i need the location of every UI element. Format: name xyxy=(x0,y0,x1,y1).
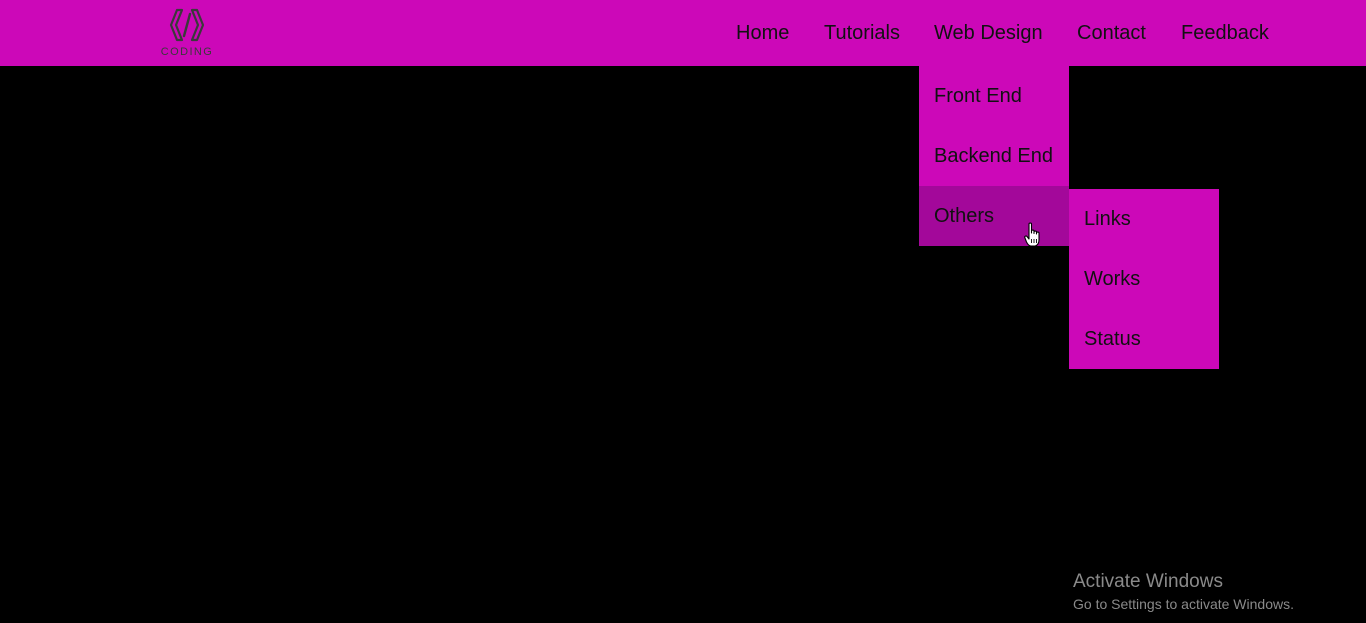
submenu-item-links[interactable]: Links xyxy=(1069,189,1219,249)
dropdown-item-others[interactable]: Others xyxy=(919,186,1069,246)
submenu-item-label: Links xyxy=(1084,208,1131,230)
web-design-dropdown: Front End Backend End Others xyxy=(919,66,1069,246)
dropdown-item-label: Others xyxy=(934,205,995,227)
logo-text: CODING xyxy=(160,46,214,58)
submenu-item-status[interactable]: Status xyxy=(1069,309,1219,369)
dropdown-item-front-end[interactable]: Front End xyxy=(919,66,1069,126)
submenu-item-works[interactable]: Works xyxy=(1069,249,1219,309)
dropdown-item-label: Backend End xyxy=(934,145,1053,167)
watermark-title: Activate Windows xyxy=(1073,571,1223,592)
nav-feedback[interactable]: Feedback xyxy=(1181,22,1269,44)
nav-tutorials[interactable]: Tutorials xyxy=(824,22,900,44)
submenu-item-label: Works xyxy=(1084,268,1141,290)
dropdown-item-backend-end[interactable]: Backend End xyxy=(919,126,1069,186)
submenu-item-label: Status xyxy=(1084,328,1141,350)
windows-activation-watermark: Activate Windows Go to Settings to activ… xyxy=(1073,571,1294,613)
nav-web-design[interactable]: Web Design xyxy=(934,22,1043,44)
site-logo[interactable]: CODING xyxy=(158,6,216,62)
nav-home[interactable]: Home xyxy=(736,22,789,44)
dropdown-item-label: Front End xyxy=(934,85,1022,107)
others-submenu: Links Works Status xyxy=(1069,189,1219,369)
page: CODING Home Tutorials Web Design Contact… xyxy=(0,0,1366,623)
nav-contact[interactable]: Contact xyxy=(1077,22,1146,44)
header-navbar: CODING Home Tutorials Web Design Contact… xyxy=(0,0,1366,66)
code-brackets-hexagon-icon xyxy=(169,8,205,42)
watermark-subtitle: Go to Settings to activate Windows. xyxy=(1073,596,1294,612)
